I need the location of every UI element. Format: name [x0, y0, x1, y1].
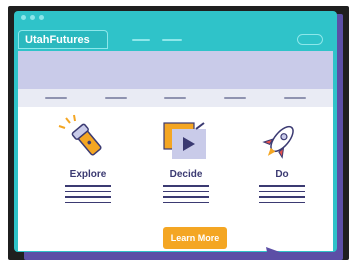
- feature-label-explore: Explore: [69, 169, 107, 180]
- hero-banner: [18, 51, 333, 89]
- nav-band: [18, 89, 333, 107]
- learn-more-button[interactable]: Learn More: [163, 227, 227, 249]
- brand-name: UtahFutures: [25, 34, 90, 46]
- window-controls: [21, 15, 44, 20]
- feature-lines: [65, 185, 111, 207]
- feature-lines: [259, 185, 305, 207]
- nav-placeholder-2: [162, 39, 182, 41]
- feature-lines: [163, 185, 209, 207]
- nav-band-item[interactable]: [284, 97, 307, 99]
- nav-band-item[interactable]: [44, 97, 67, 99]
- nav-placeholder-1: [132, 39, 150, 41]
- search-pill[interactable]: [297, 34, 323, 45]
- page-content: Explore Decide Do Learn More: [18, 51, 333, 252]
- feature-do[interactable]: Do: [242, 113, 322, 203]
- nav-band-item[interactable]: [104, 97, 127, 99]
- nav-band-item[interactable]: [164, 97, 187, 99]
- feature-explore[interactable]: Explore: [48, 113, 128, 203]
- feature-decide[interactable]: Decide: [146, 113, 226, 203]
- maximize-dot[interactable]: [39, 15, 44, 20]
- cursor-icon: [266, 247, 280, 252]
- minimize-dot[interactable]: [30, 15, 35, 20]
- video-play-icon: [163, 122, 206, 159]
- nav-band-item[interactable]: [224, 97, 247, 99]
- browser-window: UtahFutures Explore Decide Do Learn More: [14, 11, 337, 252]
- rocket-icon: [262, 125, 294, 159]
- feature-label-do: Do: [275, 169, 289, 180]
- flashlight-icon: [58, 114, 102, 156]
- brand-tab[interactable]: UtahFutures: [18, 30, 108, 49]
- close-dot[interactable]: [21, 15, 26, 20]
- feature-label-decide: Decide: [169, 169, 203, 180]
